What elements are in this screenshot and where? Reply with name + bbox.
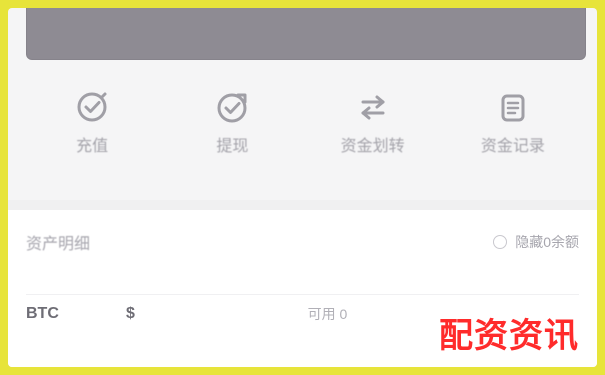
transfer-icon [352, 86, 394, 128]
primary-action-banner[interactable] [26, 8, 586, 60]
watermark-logo: 配资资讯 [439, 317, 579, 355]
section-divider [8, 200, 597, 210]
hide-zero-label: 隐藏0余额 [515, 234, 579, 250]
quick-actions: 充值 提现 资金划转 资金记录 [8, 86, 597, 186]
asset-value: $ [126, 305, 135, 322]
send-check-icon [211, 86, 253, 128]
asset-symbol: BTC [26, 305, 59, 322]
action-records[interactable]: 资金记录 [453, 86, 573, 156]
app-screen: 充值 提现 资金划转 资金记录 资产明细 隐藏0余额 BTC $ 可用 0 配资… [8, 8, 597, 367]
record-icon [492, 86, 534, 128]
check-circle-icon [71, 86, 113, 128]
action-label: 资金记录 [480, 138, 545, 155]
action-withdraw[interactable]: 提现 [172, 86, 292, 156]
action-label: 提现 [216, 138, 249, 155]
action-label: 资金划转 [340, 138, 405, 155]
radio-icon [493, 235, 508, 249]
action-deposit[interactable]: 充值 [32, 86, 152, 156]
hide-zero-balance-toggle[interactable]: 隐藏0余额 [493, 232, 579, 252]
action-transfer[interactable]: 资金划转 [313, 86, 433, 156]
asset-section-title: 资产明细 [26, 236, 91, 253]
asset-section-header: 资产明细 隐藏0余额 [26, 228, 579, 256]
action-label: 充值 [76, 138, 109, 155]
